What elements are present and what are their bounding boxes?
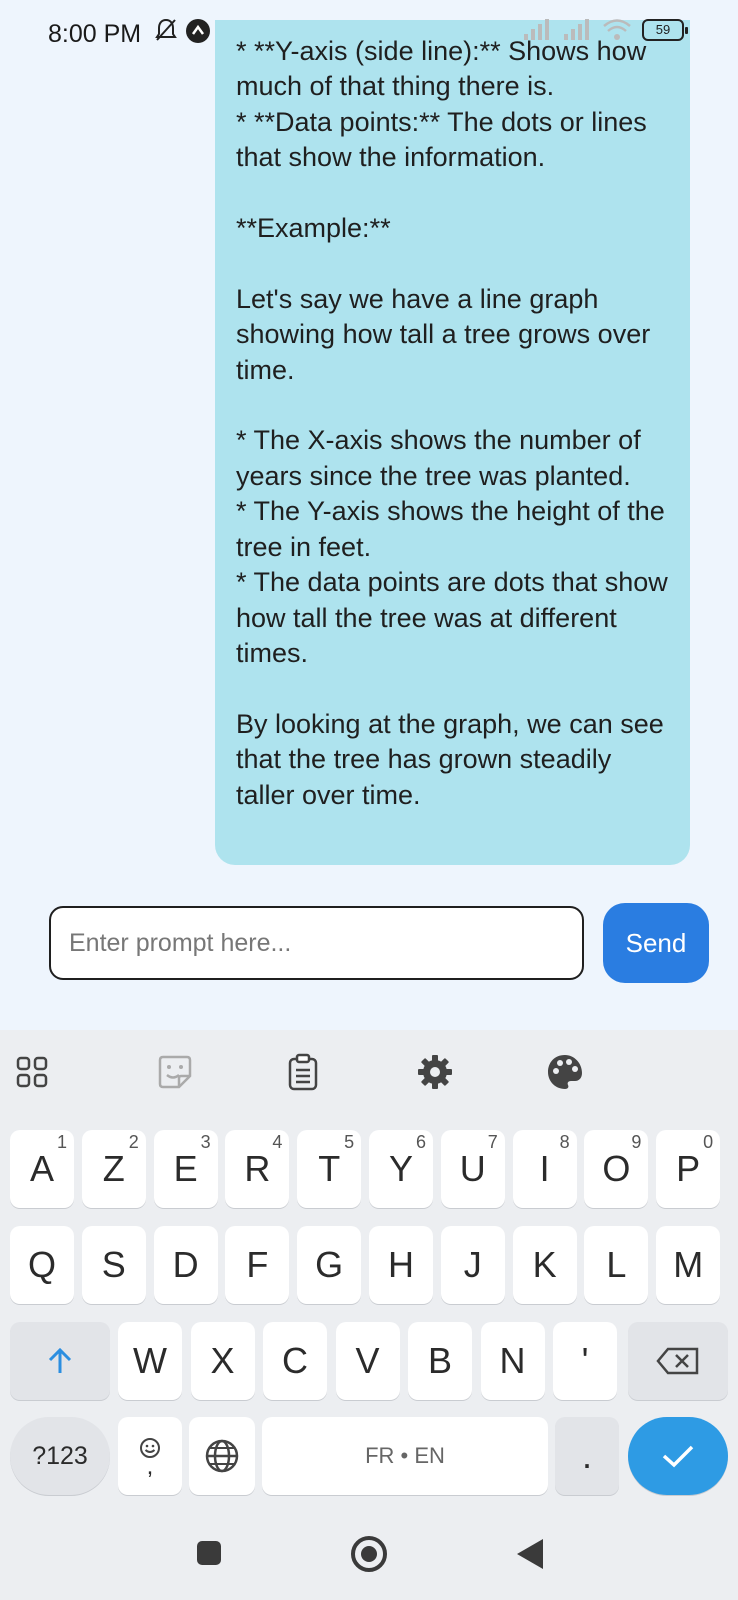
key-label: O (602, 1148, 631, 1189)
key-o[interactable]: O9 (584, 1130, 649, 1208)
key-c[interactable]: C (263, 1322, 327, 1400)
key-d[interactable]: D (153, 1226, 218, 1304)
key-p[interactable]: P0 (656, 1130, 721, 1208)
backspace-key[interactable] (628, 1322, 728, 1400)
recents-icon[interactable] (196, 1540, 222, 1566)
key-hint: 0 (703, 1132, 714, 1152)
key-label: R (244, 1148, 271, 1189)
key-label: Z (102, 1148, 125, 1189)
key-r[interactable]: R4 (225, 1130, 290, 1208)
status-bar: 8:00 PM 59 (0, 0, 738, 62)
key-b[interactable]: B (408, 1322, 472, 1400)
signal-icon (524, 19, 549, 40)
key-j[interactable]: J (440, 1226, 505, 1304)
shift-key[interactable] (10, 1322, 110, 1400)
key-label: U (459, 1148, 486, 1189)
enter-key[interactable] (628, 1417, 728, 1495)
key-l[interactable]: L (584, 1226, 649, 1304)
check-icon (662, 1445, 694, 1468)
key-z[interactable]: Z2 (81, 1130, 146, 1208)
backspace-icon (656, 1347, 699, 1375)
key-label: E (173, 1148, 198, 1189)
signal-2-icon (564, 19, 589, 40)
key-label: Y (388, 1148, 413, 1189)
key-f[interactable]: F (225, 1226, 290, 1304)
settings-icon[interactable] (415, 1052, 455, 1092)
key-hint: 9 (631, 1132, 642, 1152)
key-e[interactable]: E3 (153, 1130, 218, 1208)
key-t[interactable]: T5 (297, 1130, 362, 1208)
key-x[interactable]: X (190, 1322, 255, 1400)
status-time: 8:00 PM (48, 20, 142, 48)
apps-icon[interactable] (12, 1052, 52, 1092)
send-button[interactable]: Send (603, 903, 709, 983)
back-icon[interactable] (515, 1537, 545, 1571)
language-key[interactable] (189, 1417, 255, 1495)
key-label: T (318, 1148, 341, 1189)
chat-area: * **Y-axis (side line):** Shows how much… (0, 0, 738, 1030)
key-hint: 4 (272, 1132, 283, 1152)
shift-arrow-icon (48, 1347, 72, 1373)
bell-muted-icon (155, 18, 177, 41)
key-hint: 1 (56, 1132, 67, 1152)
prompt-placeholder: Enter prompt here... (69, 928, 292, 957)
prompt-input[interactable]: Enter prompt here... (49, 906, 584, 980)
key-y[interactable]: Y6 (369, 1130, 433, 1208)
emoji-comma-key[interactable]: , (118, 1417, 182, 1495)
key-s[interactable]: S (81, 1226, 146, 1304)
navigation-bar (0, 1500, 738, 1600)
key-m[interactable]: M (656, 1226, 721, 1304)
assistant-message-bubble: * **Y-axis (side line):** Shows how much… (215, 20, 690, 865)
key-g[interactable]: G (297, 1226, 362, 1304)
app-notification-icon (186, 19, 210, 43)
sticker-icon[interactable] (155, 1052, 195, 1092)
key-w[interactable]: W (118, 1322, 182, 1400)
key-hint: 6 (415, 1132, 426, 1152)
key-k[interactable]: K (512, 1226, 577, 1304)
key-hint: 3 (200, 1132, 211, 1152)
key-hint: 5 (344, 1132, 355, 1152)
key-label: A (29, 1148, 54, 1189)
period-key[interactable]: . (555, 1417, 619, 1495)
palette-icon[interactable] (545, 1052, 585, 1092)
comma-label: , (146, 1453, 154, 1480)
key-v[interactable]: V (335, 1322, 400, 1400)
symbols-key[interactable]: ?123 (10, 1417, 110, 1495)
key-n[interactable]: N (480, 1322, 545, 1400)
keyboard-toolbar (0, 1030, 738, 1110)
key-h[interactable]: H (369, 1226, 433, 1304)
key-i[interactable]: I8 (512, 1130, 577, 1208)
key-u[interactable]: U7 (440, 1130, 505, 1208)
key-apostrophe[interactable]: ' (553, 1322, 617, 1400)
key-a[interactable]: A1 (10, 1130, 74, 1208)
wifi-icon (603, 19, 631, 40)
key-q[interactable]: Q (10, 1226, 74, 1304)
key-hint: 8 (559, 1132, 570, 1152)
key-hint: 2 (128, 1132, 139, 1152)
key-label: I (539, 1148, 550, 1189)
key-label: P (676, 1148, 701, 1189)
space-key[interactable]: FR • EN (262, 1417, 548, 1495)
home-icon[interactable] (349, 1534, 389, 1574)
key-hint: 7 (487, 1132, 498, 1152)
globe-icon (205, 1439, 239, 1473)
message-text: * **Y-axis (side line):** Shows how much… (236, 36, 668, 810)
clipboard-icon[interactable] (283, 1052, 323, 1092)
battery-icon: 59 (642, 19, 688, 41)
